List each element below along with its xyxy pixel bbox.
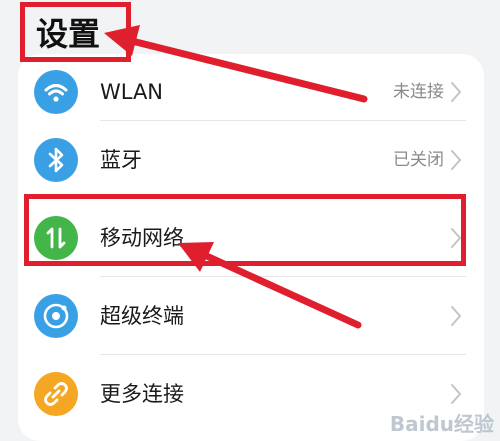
settings-list: WLAN 未连接 蓝牙 已关闭 移动网络 超级终端 更多连接 — [18, 54, 484, 441]
page-title: 设置 — [36, 15, 101, 53]
super-device-icon — [34, 294, 78, 338]
settings-item-label: 蓝牙 — [100, 148, 142, 172]
chevron-right-icon — [451, 306, 462, 326]
link-icon — [34, 372, 78, 416]
chevron-right-icon — [451, 384, 462, 404]
settings-item-label: 超级终端 — [100, 304, 184, 328]
chevron-right-icon — [451, 150, 462, 170]
chevron-right-icon — [451, 82, 462, 102]
wifi-icon — [34, 70, 78, 114]
bluetooth-icon — [34, 138, 78, 182]
watermark: Baidu经验 — [389, 412, 494, 436]
settings-item-label: 移动网络 — [100, 226, 184, 250]
status-text: 已关闭 — [393, 150, 444, 170]
mobile-data-icon — [34, 216, 78, 260]
status-text: 未连接 — [393, 82, 444, 102]
settings-item-bluetooth[interactable]: 蓝牙 已关闭 — [18, 120, 484, 200]
settings-item-label: WLAN — [100, 80, 164, 104]
settings-item-super-device[interactable]: 超级终端 — [18, 276, 484, 356]
chevron-right-icon — [451, 228, 462, 248]
settings-item-label: 更多连接 — [100, 382, 184, 406]
settings-item-mobile-network[interactable]: 移动网络 — [18, 198, 484, 278]
